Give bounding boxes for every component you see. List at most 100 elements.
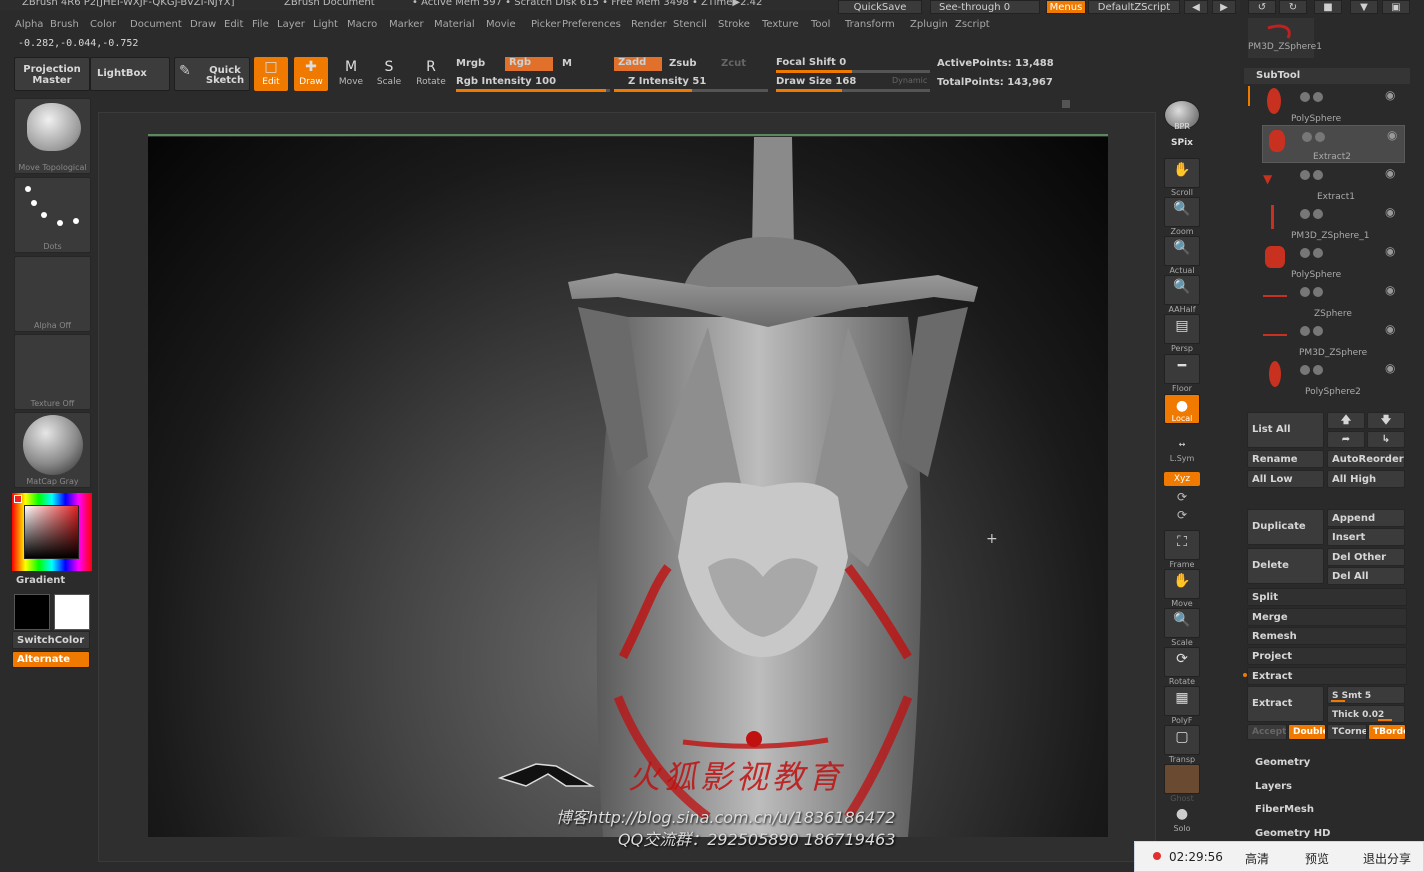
draw-size-track[interactable] <box>776 89 930 92</box>
all-high-button[interactable]: All High <box>1327 470 1405 488</box>
rotate-view-button[interactable]: ⟳ Rotate <box>1164 647 1200 686</box>
palette-down-icon[interactable]: ▼ <box>1350 0 1378 14</box>
subtool-toggle[interactable] <box>1300 326 1310 336</box>
menu-stencil[interactable]: Stencil <box>673 19 707 30</box>
solo-button[interactable]: ● Solo <box>1164 806 1200 833</box>
del-all-button[interactable]: Del All <box>1327 567 1405 585</box>
duplicate-button[interactable]: Duplicate <box>1247 509 1324 545</box>
extract-button[interactable]: Extract <box>1247 686 1324 722</box>
subtool-item-pm3d-zsphere-1[interactable]: ◉ PM3D_ZSphere_1 <box>1247 203 1409 241</box>
visibility-eye-icon[interactable]: ◉ <box>1387 128 1397 142</box>
rotate-z-icon[interactable]: ⟳ <box>1164 508 1200 522</box>
color-saturation-square[interactable] <box>24 505 79 559</box>
texture-slot[interactable]: Texture Off <box>14 334 91 410</box>
dynamic-toggle[interactable]: Dynamic <box>892 76 927 85</box>
menu-document[interactable]: Document <box>130 19 182 30</box>
menu-transform[interactable]: Transform <box>845 19 895 30</box>
visibility-eye-icon[interactable]: ◉ <box>1385 283 1395 297</box>
menu-preferences[interactable]: Preferences <box>562 19 621 30</box>
visibility-eye-icon[interactable]: ◉ <box>1385 166 1395 180</box>
move-up-right-icon[interactable]: ➦ <box>1327 431 1365 448</box>
split-menu[interactable]: Split <box>1247 588 1407 606</box>
alternate-button[interactable]: Alternate <box>12 651 90 668</box>
edit-mode-button[interactable]: □ Edit <box>254 57 288 91</box>
delete-button[interactable]: Delete <box>1247 548 1324 584</box>
tborder-button[interactable]: TBorder <box>1368 724 1406 740</box>
lightbox-button[interactable]: LightBox <box>90 57 170 91</box>
spix-slider[interactable]: SPix <box>1164 138 1200 148</box>
subtool-toggle[interactable] <box>1300 365 1310 375</box>
subtool-item-pm3d-zsphere[interactable]: ◉ PM3D_ZSphere <box>1247 320 1409 358</box>
mrgb-button[interactable]: Mrgb <box>456 58 485 69</box>
menu-picker[interactable]: Picker <box>531 19 561 30</box>
lsym-button[interactable]: ↔ L.Sym <box>1164 440 1200 463</box>
gradient-label[interactable]: Gradient <box>16 575 65 586</box>
menu-stroke[interactable]: Stroke <box>718 19 750 30</box>
subtool-toggle[interactable] <box>1300 287 1310 297</box>
subtool-toggle[interactable] <box>1313 326 1323 336</box>
layers-menu[interactable]: Layers <box>1255 781 1292 792</box>
menus-button[interactable]: Menus <box>1046 0 1086 14</box>
menu-movie[interactable]: Movie <box>486 19 516 30</box>
window-button-1[interactable]: ◀ <box>1184 0 1208 14</box>
document-canvas[interactable] <box>148 137 1108 837</box>
zadd-button[interactable]: Zadd <box>614 57 662 71</box>
thick-slider[interactable]: Thick 0.02 <box>1327 705 1405 723</box>
focal-shift-track[interactable] <box>776 70 930 73</box>
z-intensity-slider[interactable]: Z Intensity 51 <box>628 76 706 87</box>
scale-mode-button[interactable]: S Scale <box>372 57 406 91</box>
zsub-button[interactable]: Zsub <box>669 58 696 69</box>
subtool-item-extract1[interactable]: ▼ ◉ Extract1 <box>1247 164 1409 202</box>
subtool-toggle[interactable] <box>1313 92 1323 102</box>
color-picker[interactable] <box>12 493 92 571</box>
move-down-right-icon[interactable]: ↳ <box>1367 431 1405 448</box>
move-up-arrow-icon[interactable]: 🡅 <box>1327 412 1365 429</box>
window-button-2[interactable]: ▶ <box>1212 0 1236 14</box>
tcorner-button[interactable]: TCorner <box>1327 724 1367 740</box>
menu-alpha[interactable]: Alpha <box>15 19 43 30</box>
visibility-eye-icon[interactable]: ◉ <box>1385 88 1395 102</box>
quicksave-button[interactable]: QuickSave <box>838 0 922 14</box>
see-through-slider[interactable]: See-through 0 <box>930 0 1040 14</box>
bpr-button[interactable]: BPR <box>1164 100 1200 131</box>
subtool-toggle[interactable] <box>1313 248 1323 258</box>
del-other-button[interactable]: Del Other <box>1327 548 1405 566</box>
subtool-toggle[interactable] <box>1300 209 1310 219</box>
menu-texture[interactable]: Texture <box>762 19 799 30</box>
autoreorder-button[interactable]: AutoReorder <box>1327 450 1405 468</box>
menu-edit[interactable]: Edit <box>224 19 243 30</box>
menu-draw[interactable]: Draw <box>190 19 216 30</box>
accept-button[interactable]: Accept <box>1247 724 1287 740</box>
m-button[interactable]: M <box>562 58 572 69</box>
material-slot[interactable]: MatCap Gray <box>14 412 91 488</box>
stroke-slot[interactable]: Dots <box>14 177 91 253</box>
move-view-button[interactable]: ✋ Move <box>1164 569 1200 608</box>
floor-button[interactable]: ━ Floor <box>1164 354 1200 393</box>
menu-material[interactable]: Material <box>434 19 475 30</box>
z-intensity-track[interactable] <box>614 89 768 92</box>
palette-button-2[interactable]: ↻ <box>1279 0 1307 14</box>
append-button[interactable]: Append <box>1327 509 1405 527</box>
menu-marker[interactable]: Marker <box>389 19 424 30</box>
move-down-arrow-icon[interactable]: 🡇 <box>1367 412 1405 429</box>
aahalf-button[interactable]: 🔍 AAHalf <box>1164 275 1200 314</box>
menu-brush[interactable]: Brush <box>50 19 79 30</box>
scroll-button[interactable]: ✋ Scroll <box>1164 158 1200 197</box>
subtool-item-extract2[interactable]: ◉ Extract2 <box>1262 125 1405 163</box>
switchcolor-button[interactable]: SwitchColor <box>12 631 90 649</box>
lock-icon[interactable]: ■ <box>1314 0 1342 14</box>
zoom-button[interactable]: 🔍 Zoom <box>1164 197 1200 236</box>
double-button[interactable]: Double <box>1288 724 1326 740</box>
fibermesh-menu[interactable]: FiberMesh <box>1255 804 1314 815</box>
menu-light[interactable]: Light <box>313 19 338 30</box>
zcut-button[interactable]: Zcut <box>721 58 746 69</box>
projection-master-button[interactable]: Projection Master <box>14 57 90 91</box>
quick-sketch-button[interactable]: ✎ Quick Sketch <box>174 57 250 91</box>
subtool-toggle[interactable] <box>1313 170 1323 180</box>
subtool-toggle[interactable] <box>1313 287 1323 297</box>
list-all-button[interactable]: List All <box>1247 412 1324 448</box>
draw-size-slider[interactable]: Draw Size 168 <box>776 76 856 87</box>
menu-color[interactable]: Color <box>90 19 116 30</box>
default-zscript-button[interactable]: DefaultZScript <box>1088 0 1180 14</box>
transp-button[interactable]: ▢ Transp <box>1164 725 1200 764</box>
